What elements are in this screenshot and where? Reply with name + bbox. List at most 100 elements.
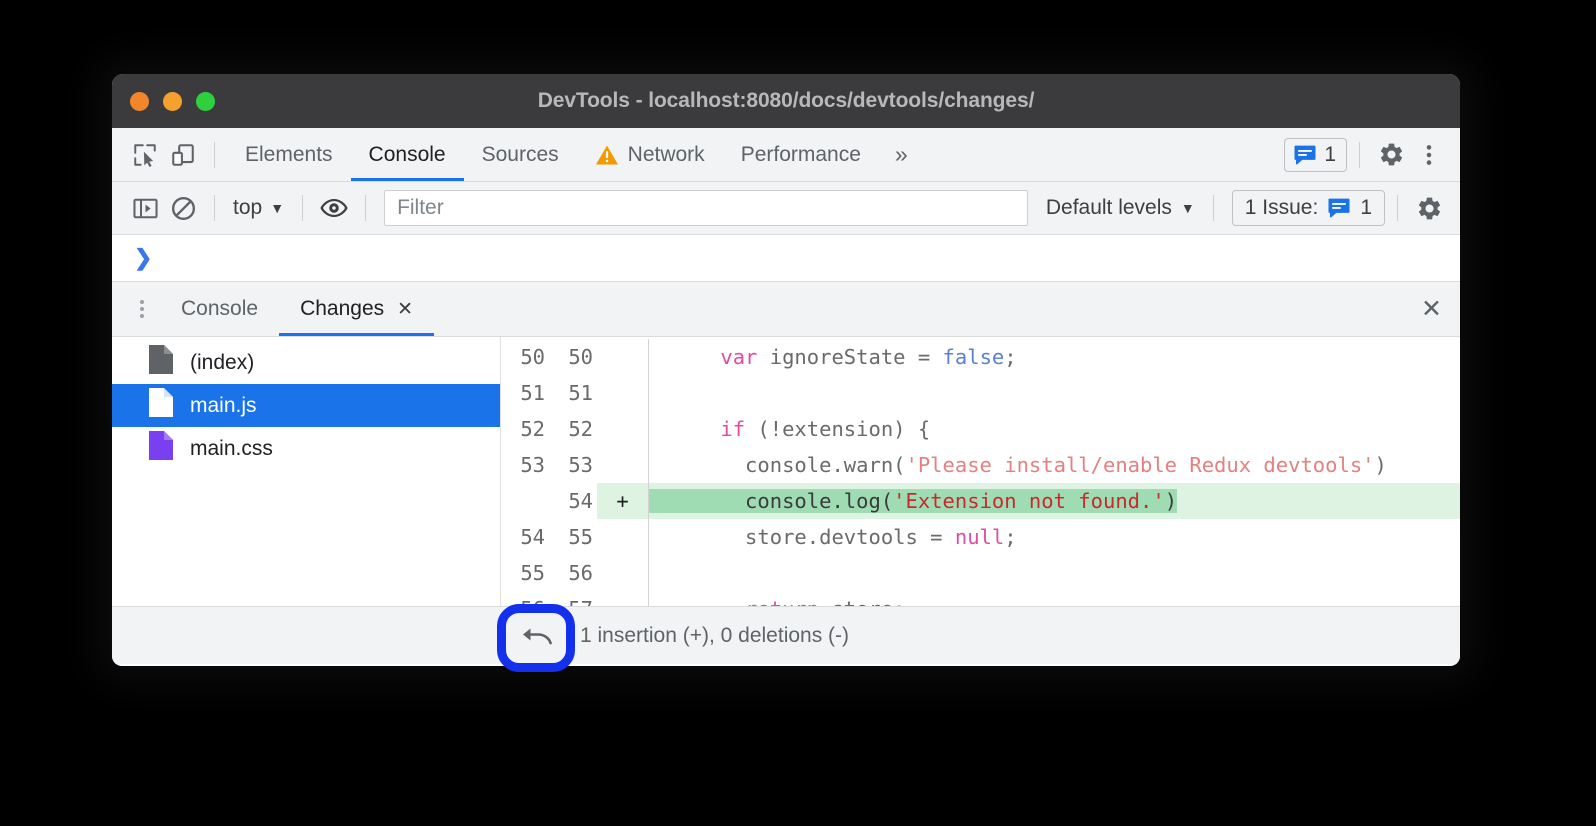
more-tabs-button[interactable]: » [879, 141, 924, 168]
log-levels-selector[interactable]: Default levels ▼ [1040, 196, 1201, 220]
diff-line-number-current: 53 [549, 447, 597, 483]
code-token: null [955, 525, 1004, 549]
code-token: ) [1375, 453, 1387, 477]
stylesheet-file-icon [148, 430, 174, 467]
device-toolbar-icon[interactable] [164, 136, 202, 174]
diff-code-line [649, 375, 1460, 411]
diff-code-line: return store; [649, 591, 1460, 606]
console-filter-toolbar: top ▼ Filter Default levels ▼ 1 Issue: [112, 182, 1460, 235]
panel-tabs: Elements Console Sources Network [227, 128, 924, 181]
tab-network[interactable]: Network [577, 128, 723, 181]
issues-counter-button[interactable]: 1 [1284, 138, 1347, 172]
tab-console[interactable]: Console [351, 128, 464, 181]
execution-context-selector[interactable]: top ▼ [227, 196, 290, 220]
list-item[interactable]: main.css [112, 427, 500, 470]
console-toolbar-divider-4 [1213, 195, 1214, 221]
console-toolbar-divider-2 [302, 195, 303, 221]
tab-performance-label: Performance [741, 143, 861, 167]
tab-console-label: Console [369, 143, 446, 167]
diff-change-marker [597, 447, 649, 483]
diff-line-number-original [501, 483, 549, 519]
issues-message-icon [1293, 144, 1317, 166]
clear-console-icon[interactable] [164, 189, 202, 227]
close-drawer-button[interactable]: ✕ [1421, 297, 1442, 322]
diff-row: 5657 return store; [501, 591, 1460, 606]
zoom-window-button[interactable] [196, 92, 215, 111]
diff-code-line: var ignoreState = false; [649, 339, 1460, 375]
issues-bar-label: 1 Issue: [1245, 196, 1319, 220]
diff-code-line: console.log('Extension not found.') [649, 483, 1460, 519]
revert-button[interactable] [508, 614, 566, 658]
diff-line-number-current: 50 [549, 339, 597, 375]
code-token: ; [1004, 525, 1016, 549]
main-toolbar-right: 1 [1284, 136, 1460, 174]
code-token: console.warn( [671, 453, 906, 477]
code-token [671, 417, 720, 441]
list-item-label: main.css [190, 437, 273, 461]
tab-elements[interactable]: Elements [227, 128, 351, 181]
tab-sources[interactable]: Sources [464, 128, 577, 181]
changes-view: (index) main.js main.css [112, 337, 1460, 606]
drawer-tab-changes[interactable]: Changes ✕ [279, 282, 434, 336]
prompt-chevron-icon: ❯ [134, 247, 152, 269]
issues-bar-button[interactable]: 1 Issue: 1 [1232, 190, 1385, 226]
drawer-tab-bar: Console Changes ✕ ✕ [112, 282, 1460, 337]
show-console-sidebar-icon[interactable] [126, 189, 164, 227]
filter-input[interactable]: Filter [384, 190, 1028, 226]
close-window-button[interactable] [130, 92, 149, 111]
diff-line-number-current: 56 [549, 555, 597, 591]
code-token: ; [1004, 345, 1016, 369]
console-settings-gear-icon[interactable] [1410, 189, 1448, 227]
diff-code-line [649, 555, 1460, 591]
list-item-selected[interactable]: main.js [112, 384, 500, 427]
drawer-tab-console[interactable]: Console [160, 282, 279, 336]
execution-context-value: top [233, 196, 262, 220]
diff-code-line: if (!extension) { [649, 411, 1460, 447]
kebab-icon[interactable] [1410, 136, 1448, 174]
window-titlebar: DevTools - localhost:8080/docs/devtools/… [112, 74, 1460, 128]
code-token: return [745, 597, 819, 606]
gear-icon[interactable] [1372, 136, 1410, 174]
diff-change-marker [597, 375, 649, 411]
code-token: ignoreState = [757, 345, 942, 369]
list-item[interactable]: (index) [112, 341, 500, 384]
code-token: store.devtools = [671, 525, 955, 549]
code-token: (!extension) { [745, 417, 930, 441]
code-token [671, 345, 720, 369]
live-expression-icon[interactable] [315, 189, 353, 227]
chevron-down-icon-levels: ▼ [1181, 200, 1195, 216]
diff-change-marker [597, 555, 649, 591]
diff-line-number-current: 51 [549, 375, 597, 411]
console-prompt-row[interactable]: ❯ [112, 235, 1460, 282]
code-token: 'Extension not found.' [893, 489, 1165, 513]
inspect-cursor-icon[interactable] [126, 136, 164, 174]
changes-summary: 1 insertion (+), 0 deletions (-) [580, 624, 849, 648]
main-toolbar: Elements Console Sources Network [112, 128, 1460, 182]
diff-inserted-text: console.log('Extension not found.') [649, 489, 1177, 513]
diff-change-marker [597, 339, 649, 375]
console-toolbar-divider-1 [214, 195, 215, 221]
diff-viewer[interactable]: 5050 var ignoreState = false;51515252 if… [501, 337, 1460, 606]
console-toolbar-divider-5 [1397, 195, 1398, 221]
diff-line-number-current: 54 [549, 483, 597, 519]
issues-count: 1 [1324, 143, 1336, 167]
window-title: DevTools - localhost:8080/docs/devtools/… [112, 89, 1460, 113]
tab-elements-label: Elements [245, 143, 333, 167]
code-token: ) [1165, 489, 1177, 513]
list-item-label: main.js [190, 394, 257, 418]
devtools-window: DevTools - localhost:8080/docs/devtools/… [112, 74, 1460, 666]
diff-line-number-current: 55 [549, 519, 597, 555]
tab-sources-label: Sources [482, 143, 559, 167]
code-token: 'Please install/enable Redux devtools' [906, 453, 1375, 477]
changed-files-list: (index) main.js main.css [112, 337, 501, 606]
minimize-window-button[interactable] [163, 92, 182, 111]
tab-performance[interactable]: Performance [723, 128, 879, 181]
issues-bar-message-icon [1327, 197, 1351, 219]
issues-bar-count: 1 [1360, 196, 1372, 220]
diff-line-number-original: 56 [501, 591, 549, 606]
code-token: console.log( [671, 489, 893, 513]
more-tools-icon[interactable] [124, 291, 160, 327]
code-token: false [943, 345, 1005, 369]
diff-line-number-original: 53 [501, 447, 549, 483]
close-icon-changes-tab[interactable]: ✕ [397, 300, 413, 319]
